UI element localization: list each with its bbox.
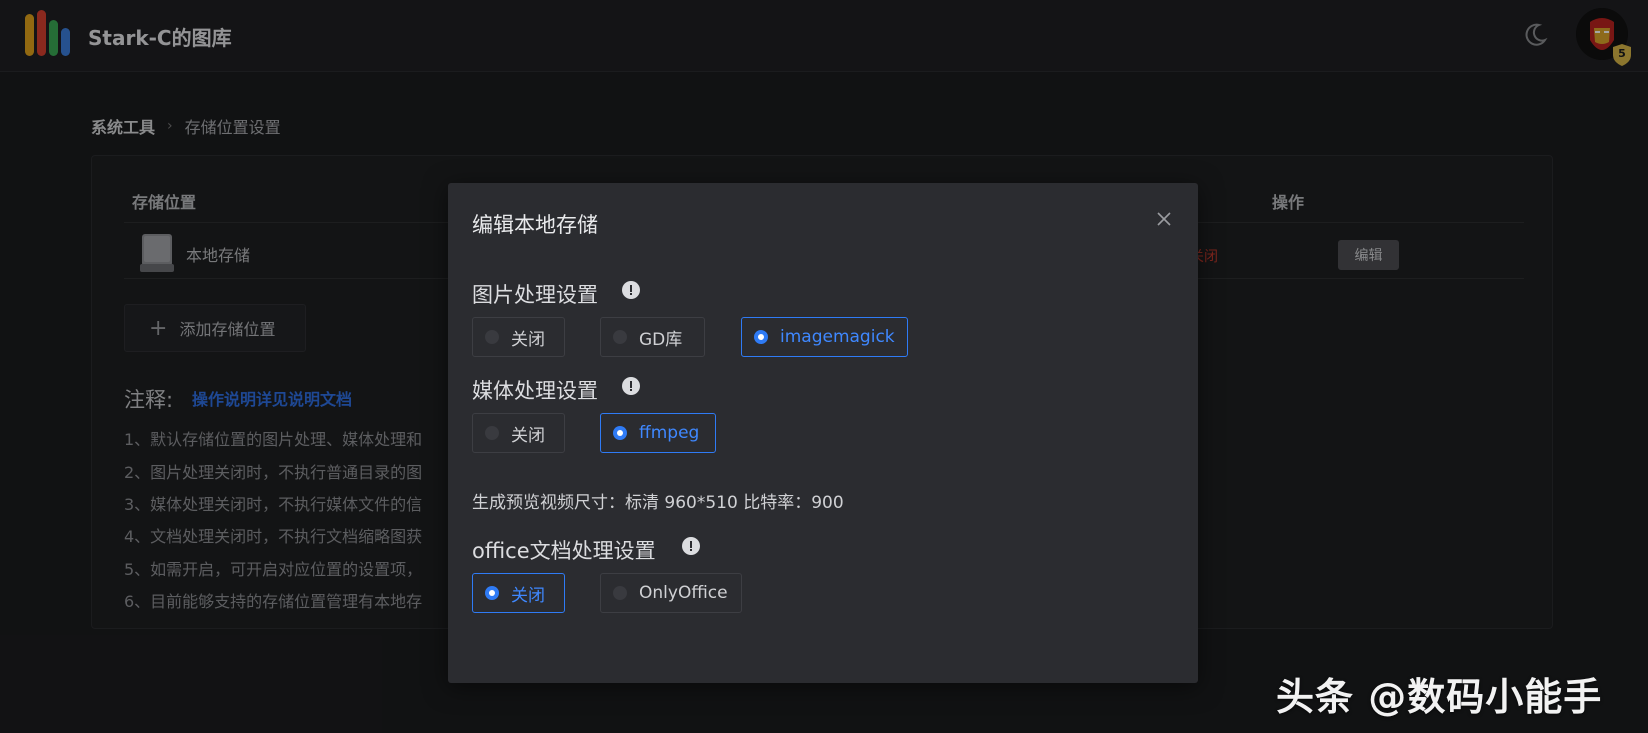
option-label: ffmpeg [639,423,700,443]
image-option-gd[interactable]: GD库 [600,317,705,357]
radio-icon [485,330,499,344]
office-option-off[interactable]: 关闭 [472,573,565,613]
info-icon[interactable] [622,281,640,299]
office-option-onlyoffice[interactable]: OnlyOffice [600,573,742,613]
image-option-imagemagick[interactable]: imagemagick [741,317,908,357]
media-option-off[interactable]: 关闭 [472,413,565,453]
info-icon[interactable] [622,377,640,395]
info-icon[interactable] [682,537,700,555]
edit-storage-modal: 编辑本地存储 图片处理设置 关闭 GD库 imagemagick 媒体处理设置 … [448,183,1198,683]
image-option-off[interactable]: 关闭 [472,317,565,357]
radio-icon [613,586,627,600]
close-icon[interactable] [1154,209,1174,229]
office-section-title: office文档处理设置 [472,539,656,563]
image-section-title: 图片处理设置 [472,283,598,307]
radio-icon [613,426,627,440]
radio-icon [754,330,768,344]
modal-title: 编辑本地存储 [472,213,598,237]
option-label: 关闭 [511,585,545,606]
media-section-title: 媒体处理设置 [472,379,598,403]
radio-icon [485,586,499,600]
option-label: GD库 [639,329,683,350]
option-label: imagemagick [780,327,895,347]
option-label: 关闭 [511,329,545,350]
option-label: 关闭 [511,425,545,446]
radio-icon [485,426,499,440]
option-label: OnlyOffice [639,583,728,603]
radio-icon [613,330,627,344]
preview-video-info: 生成预览视频尺寸：标清 960*510 比特率：900 [472,493,844,513]
watermark: 头条 @数码小能手 [1276,675,1603,719]
media-option-ffmpeg[interactable]: ffmpeg [600,413,716,453]
